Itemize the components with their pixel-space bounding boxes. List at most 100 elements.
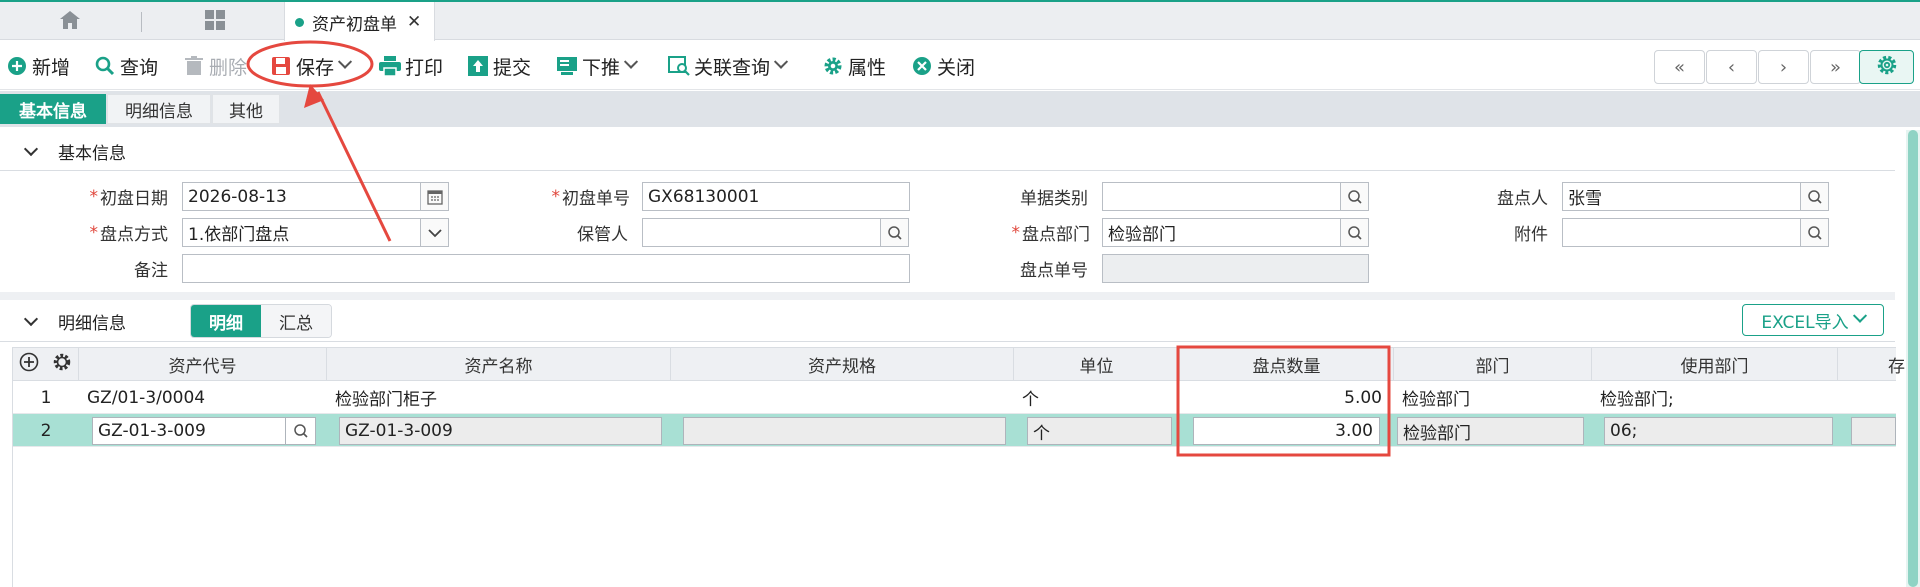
cell-dept[interactable]: 检验部门: [1394, 381, 1592, 414]
query-label: 查询: [120, 56, 159, 79]
search-icon: [94, 55, 116, 77]
chevron-down-icon[interactable]: [623, 54, 639, 69]
search-icon[interactable]: [1800, 219, 1828, 246]
search-icon[interactable]: [1340, 183, 1368, 210]
count-qty-input[interactable]: 3.00: [1193, 417, 1380, 445]
trash-icon: [183, 55, 205, 77]
tab-divider: [141, 12, 142, 32]
plus-circle-icon: [6, 55, 28, 77]
first-record-button[interactable]: «: [1654, 50, 1705, 84]
init-no-field[interactable]: GX68130001: [642, 182, 910, 211]
tab-other[interactable]: 其他: [212, 94, 280, 124]
cell-count-qty[interactable]: 5.00: [1180, 381, 1394, 414]
method-label: * 盘点方式: [89, 222, 169, 246]
excel-import-button[interactable]: EXCEL导入: [1742, 304, 1884, 336]
calendar-icon[interactable]: [420, 183, 448, 210]
keeper-field[interactable]: [642, 218, 909, 247]
next-record-button[interactable]: ›: [1758, 50, 1809, 84]
cell-use-dept[interactable]: 检验部门;: [1592, 381, 1838, 414]
doc-type-field[interactable]: [1102, 182, 1369, 211]
grid-apps-icon: [204, 9, 226, 36]
col-count-qty[interactable]: 盘点数量: [1180, 348, 1394, 380]
excel-import-label: EXCEL导入: [1761, 312, 1849, 333]
table-row[interactable]: 1 GZ/01-3/0004 检验部门柜子 个 5.00 检验部门 检验部门;: [13, 381, 1896, 414]
asset-spec-input: [683, 417, 1006, 445]
tab-basic-info[interactable]: 基本信息: [0, 94, 106, 124]
cell-asset-name[interactable]: 检验部门柜子: [327, 381, 671, 414]
new-label: 新增: [32, 56, 71, 79]
section-title: 基本信息: [58, 144, 126, 164]
search-icon[interactable]: [880, 219, 908, 246]
search-icon[interactable]: [285, 418, 315, 444]
push-down-button[interactable]: 下推: [556, 51, 639, 81]
prev-record-button[interactable]: ‹: [1706, 50, 1757, 84]
save-disk-icon: [270, 55, 292, 77]
print-button[interactable]: 打印: [379, 51, 443, 81]
search-icon[interactable]: [1800, 183, 1828, 210]
chevron-down-icon[interactable]: [420, 219, 448, 246]
last-record-button[interactable]: »: [1810, 50, 1861, 84]
detail-view-tabs: 明细 汇总: [190, 304, 332, 338]
keeper-label: 保管人: [577, 225, 628, 245]
gear-icon[interactable]: [52, 352, 72, 377]
section-title: 明细信息: [58, 314, 126, 334]
close-icon[interactable]: ✕: [407, 12, 421, 32]
init-date-field[interactable]: 2026-08-13: [182, 182, 449, 211]
chevron-down-icon[interactable]: [23, 141, 39, 157]
chevron-down-icon[interactable]: [773, 54, 789, 69]
properties-button[interactable]: 属性: [822, 51, 886, 81]
save-button[interactable]: 保存: [270, 51, 353, 81]
cell-asset-code[interactable]: GZ/01-3/0004: [79, 381, 327, 414]
vertical-scrollbar-thumb[interactable]: [1908, 130, 1918, 587]
add-row-icon[interactable]: [19, 352, 39, 377]
cell-unit[interactable]: 个: [1014, 381, 1180, 414]
linked-query-button[interactable]: 关联查询: [668, 51, 789, 81]
submit-button[interactable]: 提交: [467, 51, 531, 81]
dept-field[interactable]: 检验部门: [1102, 218, 1369, 247]
home-tab[interactable]: [40, 7, 100, 37]
table-row-selected[interactable]: 2 GZ-01-3-009 GZ-01-3-009 个 3.00 检验部门 06…: [13, 414, 1896, 447]
basic-info-header[interactable]: 基本信息: [0, 133, 1895, 171]
col-storage[interactable]: 存: [1838, 348, 1905, 380]
upload-icon: [467, 55, 489, 77]
chevron-down-icon[interactable]: [1852, 308, 1867, 323]
delete-button[interactable]: 删除: [183, 51, 247, 81]
col-use-dept[interactable]: 使用部门: [1592, 348, 1838, 380]
push-label: 下推: [582, 56, 621, 79]
close-circle-icon: [911, 55, 933, 77]
col-asset-name[interactable]: 资产名称: [327, 348, 671, 380]
tab-summary[interactable]: 汇总: [261, 305, 331, 337]
count-no-field: [1102, 254, 1369, 283]
query-button[interactable]: 查询: [94, 51, 158, 81]
record-navigation: « ‹ › »: [1654, 50, 1862, 84]
new-button[interactable]: 新增: [6, 51, 70, 81]
attach-field[interactable]: [1562, 218, 1829, 247]
printer-icon: [379, 55, 401, 77]
col-asset-code[interactable]: 资产代号: [79, 348, 327, 380]
tab-asset-init-count[interactable]: 资产初盘单 ✕: [284, 2, 435, 42]
close-label: 关闭: [937, 56, 976, 79]
linked-search-icon: [668, 55, 690, 77]
remark-field[interactable]: [182, 254, 910, 283]
asset-code-input[interactable]: GZ-01-3-009: [92, 417, 316, 445]
counter-field[interactable]: 张雪: [1562, 182, 1829, 211]
remark-label: 备注: [134, 261, 168, 281]
tab-detail[interactable]: 明细: [191, 305, 261, 337]
active-dot-icon: [295, 17, 304, 27]
storage-input: [1851, 417, 1896, 445]
properties-label: 属性: [848, 56, 887, 79]
chevron-down-icon[interactable]: [337, 54, 353, 69]
grid-tools: [13, 348, 79, 380]
method-select[interactable]: 1.依部门盘点: [182, 218, 449, 247]
col-dept[interactable]: 部门: [1394, 348, 1592, 380]
apps-tab[interactable]: [185, 7, 245, 37]
cell-asset-spec[interactable]: [671, 381, 1014, 414]
chevron-down-icon[interactable]: [23, 311, 39, 327]
tab-detail-info[interactable]: 明细信息: [107, 94, 211, 124]
row-number: 1: [40, 387, 52, 408]
col-asset-spec[interactable]: 资产规格: [671, 348, 1014, 380]
close-button[interactable]: 关闭: [911, 51, 975, 81]
search-icon[interactable]: [1340, 219, 1368, 246]
settings-button[interactable]: [1859, 50, 1914, 84]
col-unit[interactable]: 单位: [1014, 348, 1180, 380]
